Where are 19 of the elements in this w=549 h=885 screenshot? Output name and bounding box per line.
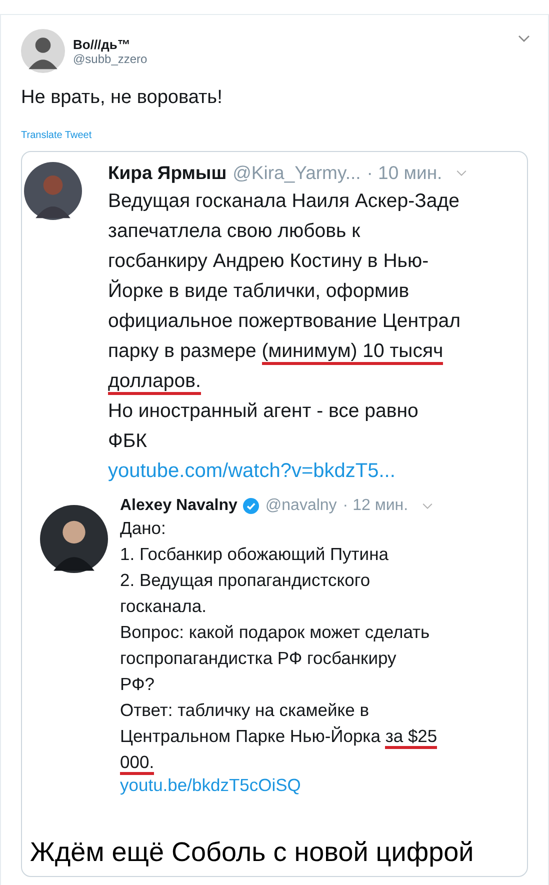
avatar-icon[interactable]: [21, 29, 65, 73]
chevron-icon[interactable]: [518, 35, 530, 43]
post-time: · 10 мин.: [366, 162, 442, 184]
avatar-icon: [24, 162, 82, 220]
author-handle: @navalny: [265, 497, 337, 515]
caption-text: Ждём ещё Соболь с новой цифрой: [30, 837, 475, 868]
post-time: · 12 мин.: [342, 497, 408, 515]
author-name: Кира Ярмыш: [108, 162, 227, 184]
author-handle[interactable]: @subb_zzero: [73, 52, 510, 66]
chevron-icon: [422, 502, 434, 510]
author-name: Alexey Navalny: [120, 497, 238, 515]
quoted-text: Дано: 1. Госбанкир обожающий Путина 2. Ведущая пропагандистского госканала. Вопрос: какой подарок может сделать госпропагандистка РФ госбанкиру РФ? Ответ: табличку на скамейке в Центральном Парке Нью-Йорка за $25 000.: [120, 515, 438, 775]
avatar-icon: [40, 505, 108, 573]
chevron-icon: [456, 170, 468, 176]
author-name[interactable]: Во///дь™: [73, 36, 510, 52]
author-handle: @Kira_Yarmy...: [232, 162, 361, 184]
translate-link[interactable]: Translate Tweet: [21, 130, 92, 141]
quoted-text: Ведущая госканала Наиля Аскер-Заде запечатлела свою любовь к госбанкиру Андрею Костину в Нью- Йорке в виде таблички, оформив официальное пожертвование Централ парку в размере (минимум) 10 тысяч долларов. Но иностранный агент - все равно ФБК: [108, 189, 462, 454]
tweet-text: Не врать, не воровать!: [21, 87, 224, 109]
